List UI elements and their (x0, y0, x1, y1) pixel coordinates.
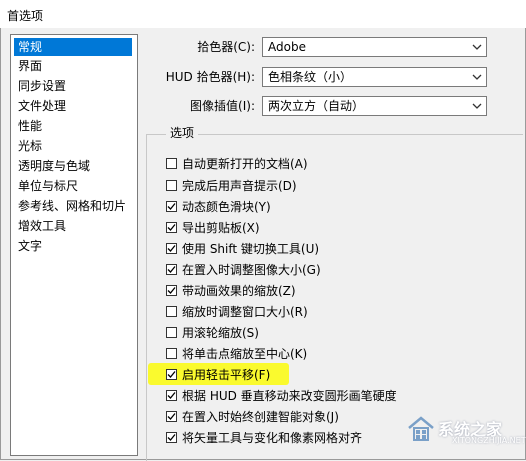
option-label: 根据 HUD 垂直移动来改变圆形画笔硬度 (182, 389, 397, 403)
checkbox-checked[interactable] (166, 411, 177, 422)
option-label: 将矢量工具与变化和像素网格对齐 (182, 431, 363, 445)
house-logo-icon (408, 416, 434, 441)
checkbox[interactable] (166, 327, 177, 338)
sidebar-item-transparency-gamut[interactable]: 透明度与色域 (14, 157, 90, 175)
checkbox-checked[interactable] (166, 264, 177, 275)
hud-color-picker-value: 色相条纹（小） (268, 70, 353, 84)
sidebar-item-plugins[interactable]: 增效工具 (14, 217, 66, 235)
checkmark-icon (167, 203, 176, 210)
checkmark-icon (167, 266, 176, 273)
chevron-down-icon (472, 44, 482, 50)
checkmark-icon (167, 434, 176, 441)
image-interpolation-select[interactable]: 两次立方（自动） (262, 96, 487, 116)
option-label: 带动画效果的缩放(Z) (182, 284, 296, 298)
checkmark-icon (167, 287, 176, 294)
checkbox[interactable] (166, 348, 177, 359)
sidebar-item-file-handling[interactable]: 文件处理 (14, 97, 66, 115)
checkmark-icon (167, 413, 176, 420)
checkbox-checked[interactable] (166, 390, 177, 401)
option-label: 自动更新打开的文档(A) (182, 157, 308, 171)
color-picker-label: 拾色器(C): (197, 40, 255, 54)
checkbox-checked[interactable] (166, 285, 177, 296)
sidebar-item-cursors[interactable]: 光标 (14, 137, 42, 155)
category-list[interactable]: 常规 界面 同步设置 文件处理 性能 光标 透明度与色域 单位与标尺 参考线、网… (10, 34, 138, 456)
title-bar: 首选项 (0, 0, 526, 28)
color-picker-select[interactable]: Adobe (262, 37, 487, 57)
sidebar-item-sync-settings[interactable]: 同步设置 (14, 77, 66, 95)
checkbox-checked[interactable] (166, 369, 177, 380)
option-label: 在置入时始终创建智能对象(J) (182, 410, 339, 424)
watermark-url: XITONGZHIJIA.NET (452, 436, 526, 445)
checkmark-icon (167, 371, 176, 378)
option-label: 将单击点缩放至中心(K) (182, 347, 308, 361)
option-label: 用滚轮缩放(S) (182, 326, 259, 340)
sidebar-item-guides-grid-slices[interactable]: 参考线、网格和切片 (14, 197, 126, 215)
checkbox[interactable] (166, 306, 177, 317)
checkmark-icon (167, 224, 176, 231)
option-label: 缩放时调整窗口大小(R) (182, 305, 308, 319)
chevron-down-icon (472, 74, 482, 80)
checkbox-checked[interactable] (166, 432, 177, 443)
checkmark-icon (167, 245, 176, 252)
hud-color-picker-select[interactable]: 色相条纹（小） (262, 67, 487, 87)
image-interpolation-label: 图像插值(I): (190, 99, 255, 113)
option-label: 导出剪贴板(X) (182, 221, 260, 235)
option-label: 在置入时调整图像大小(G) (182, 263, 321, 277)
checkbox[interactable] (166, 158, 177, 169)
option-label: 动态颜色滑块(Y) (182, 200, 271, 214)
checkbox[interactable] (166, 180, 177, 191)
sidebar-item-type[interactable]: 文字 (14, 237, 42, 255)
checkbox-checked[interactable] (166, 243, 177, 254)
chevron-down-icon (472, 103, 482, 109)
hud-color-picker-label: HUD 拾色器(H): (165, 70, 255, 84)
option-label: 完成后用声音提示(D) (182, 179, 297, 193)
sidebar-item-performance[interactable]: 性能 (14, 117, 42, 135)
options-group-title: 选项 (166, 124, 199, 142)
image-interpolation-value: 两次立方（自动） (268, 99, 365, 113)
sidebar-item-units-rulers[interactable]: 单位与标尺 (14, 177, 78, 195)
window-title: 首选项 (7, 9, 44, 23)
sidebar-item-interface[interactable]: 界面 (14, 57, 42, 75)
checkbox-checked[interactable] (166, 201, 177, 212)
option-label: 启用轻击平移(F) (182, 368, 271, 382)
watermark: 系统之家 XITONGZHIJIA.NET (400, 408, 526, 456)
checkbox-checked[interactable] (166, 222, 177, 233)
color-picker-value: Adobe (268, 40, 306, 54)
sidebar-item-general[interactable]: 常规 (14, 38, 132, 56)
checkmark-icon (167, 392, 176, 399)
option-label: 使用 Shift 键切换工具(U) (182, 242, 320, 256)
